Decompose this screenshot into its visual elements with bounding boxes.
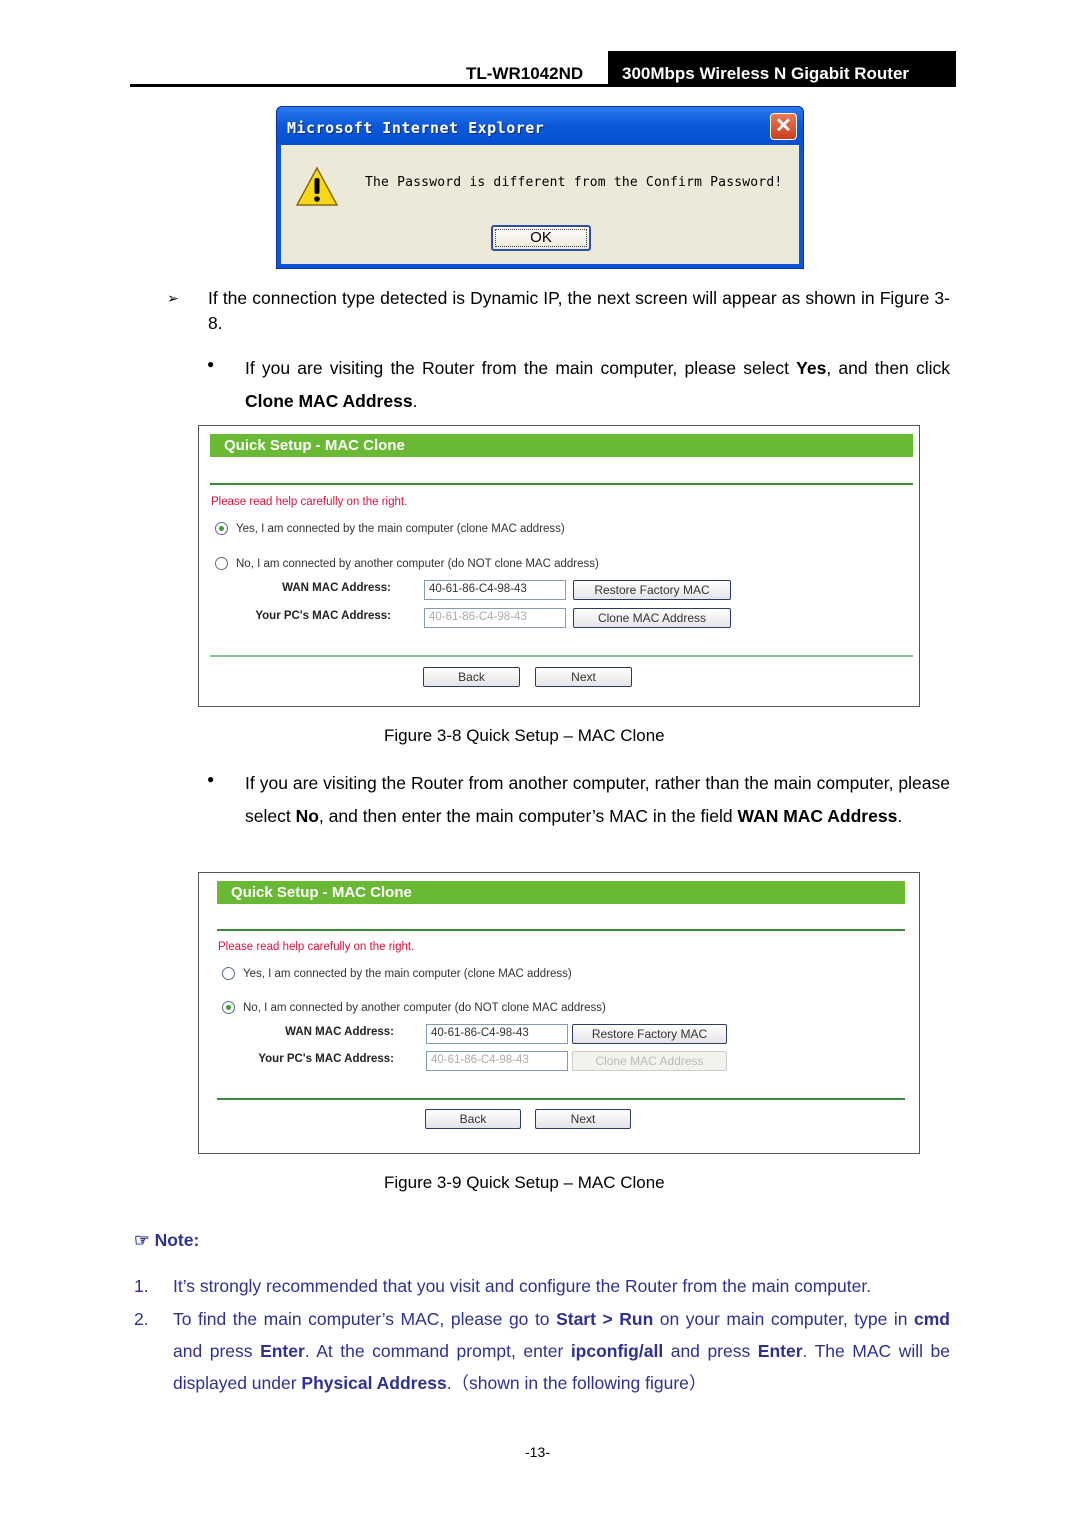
close-icon: ✕ xyxy=(775,115,792,137)
radio-no[interactable] xyxy=(222,1001,235,1014)
paragraph-select-yes: If you are visiting the Router from the … xyxy=(245,358,950,411)
restore-factory-mac-button[interactable]: Restore Factory MAC xyxy=(572,1024,727,1044)
wan-mac-input[interactable]: 40-61-86-C4-98-43 xyxy=(426,1024,568,1044)
wan-mac-label: WAN MAC Address: xyxy=(282,582,391,594)
dialog-message: The Password is different from the Confi… xyxy=(365,175,783,190)
next-button[interactable]: Next xyxy=(535,667,632,687)
dialog-title: Microsoft Internet Explorer xyxy=(287,119,545,137)
clone-mac-address-button[interactable]: Clone MAC Address xyxy=(573,608,731,628)
paragraph-select-no: If you are visiting the Router from anot… xyxy=(245,773,950,826)
panel-title: Quick Setup - MAC Clone xyxy=(210,434,913,457)
figure-caption-3-9: Figure 3-9 Quick Setup – MAC Clone xyxy=(384,1173,665,1192)
radio-yes[interactable] xyxy=(215,522,228,535)
note-item-2-number: 2. xyxy=(134,1309,149,1329)
wan-mac-label: WAN MAC Address: xyxy=(285,1026,394,1038)
divider xyxy=(217,1098,905,1100)
pointing-hand-icon: ☞ xyxy=(134,1230,150,1250)
ie-alert-dialog: Microsoft Internet Explorer ✕ The Passwo… xyxy=(276,106,804,269)
note-item-1-number: 1. xyxy=(134,1276,149,1296)
pc-mac-label: Your PC's MAC Address: xyxy=(258,1053,394,1065)
pc-mac-input: 40-61-86-C4-98-43 xyxy=(424,608,566,628)
header-rule xyxy=(130,84,956,87)
dialog-titlebar: Microsoft Internet Explorer ✕ xyxy=(277,107,803,145)
arrow-bullet-icon: ➢ xyxy=(167,290,179,306)
product-title: 300Mbps Wireless N Gigabit Router xyxy=(608,51,956,87)
wan-mac-input[interactable]: 40-61-86-C4-98-43 xyxy=(424,580,566,600)
divider xyxy=(210,483,913,485)
option-no[interactable]: No, I am connected by another computer (… xyxy=(215,557,599,570)
back-button[interactable]: Back xyxy=(423,667,520,687)
mac-clone-panel-yes: Quick Setup - MAC Clone Please read help… xyxy=(198,425,920,707)
mac-clone-panel-no: Quick Setup - MAC Clone Please read help… xyxy=(198,872,920,1154)
option-yes[interactable]: Yes, I am connected by the main computer… xyxy=(222,967,572,980)
note-heading: ☞ Note: xyxy=(134,1230,200,1250)
bullet-icon: ● xyxy=(207,357,215,371)
restore-factory-mac-button[interactable]: Restore Factory MAC xyxy=(573,580,731,600)
panel-title: Quick Setup - MAC Clone xyxy=(217,881,905,904)
radio-no[interactable] xyxy=(215,557,228,570)
pc-mac-label: Your PC's MAC Address: xyxy=(255,610,391,622)
help-note: Please read help carefully on the right. xyxy=(211,496,408,508)
ok-button[interactable]: OK xyxy=(491,225,591,251)
close-button[interactable]: ✕ xyxy=(770,113,797,140)
option-yes[interactable]: Yes, I am connected by the main computer… xyxy=(215,522,565,535)
option-no[interactable]: No, I am connected by another computer (… xyxy=(222,1001,606,1014)
back-button[interactable]: Back xyxy=(425,1109,521,1129)
product-model: TL-WR1042ND xyxy=(466,64,584,83)
dialog-body: The Password is different from the Confi… xyxy=(281,145,799,264)
warning-icon xyxy=(295,166,339,206)
paragraph-dynamic-ip: If the connection type detected is Dynam… xyxy=(208,288,950,333)
figure-caption-3-8: Figure 3-8 Quick Setup – MAC Clone xyxy=(384,726,665,745)
divider xyxy=(217,929,905,931)
divider xyxy=(210,655,913,657)
pc-mac-input: 40-61-86-C4-98-43 xyxy=(426,1051,568,1071)
page-number: -13- xyxy=(525,1444,550,1460)
note-item-2: To find the main computer’s MAC, please … xyxy=(173,1309,951,1393)
radio-yes[interactable] xyxy=(222,967,235,980)
note-item-1: It’s strongly recommended that you visit… xyxy=(173,1276,872,1296)
help-note: Please read help carefully on the right. xyxy=(218,941,415,953)
clone-mac-address-button: Clone MAC Address xyxy=(572,1051,727,1071)
bullet-icon: ● xyxy=(207,772,215,786)
next-button[interactable]: Next xyxy=(535,1109,631,1129)
